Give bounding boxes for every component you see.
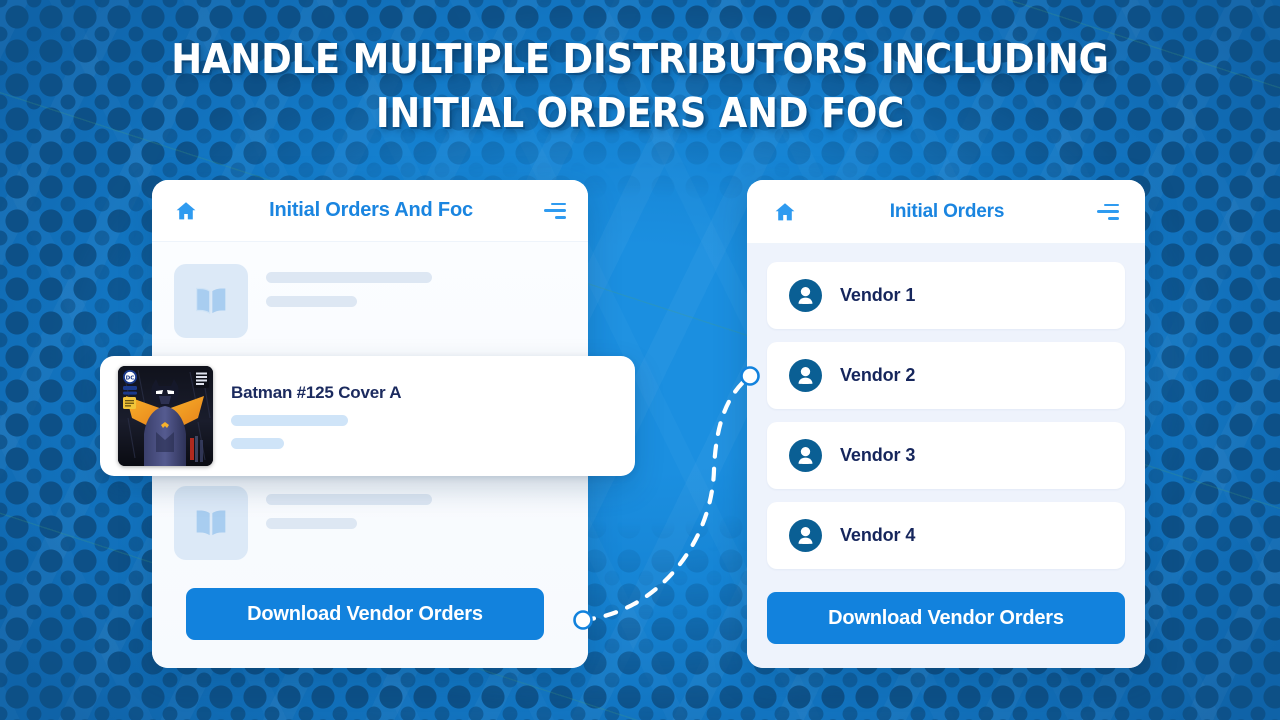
right-panel-title: Initial Orders xyxy=(889,200,1005,222)
book-thumbnail xyxy=(174,264,248,338)
poster-canvas: Handle Multiple Distributors Including I… xyxy=(0,0,1280,720)
vendor-list: Vendor 1 Vendor 2 Vendor 3 Vendor 4 Down… xyxy=(747,244,1145,668)
hamburger-line xyxy=(1104,203,1119,207)
comic-cover-image: DC xyxy=(118,366,213,466)
featured-product-title: Batman #125 Cover A xyxy=(231,383,402,402)
hamburger-icon[interactable] xyxy=(1097,203,1119,220)
featured-product-card[interactable]: DC Batman #125 Cover A xyxy=(100,356,635,476)
left-panel-title: Initial Orders And Foc xyxy=(269,199,473,221)
vendor-list-item[interactable]: Vendor 2 xyxy=(767,342,1125,409)
vendor-name: Vendor 2 xyxy=(840,365,916,385)
open-book-icon xyxy=(196,287,226,315)
hamburger-line xyxy=(1097,210,1119,213)
vendor-list-item[interactable]: Vendor 1 xyxy=(767,262,1125,329)
page-title: Handle Multiple Distributors Including I… xyxy=(64,32,1216,140)
person-icon xyxy=(789,359,822,392)
home-icon[interactable] xyxy=(773,200,797,224)
right-phone-panel: Initial Orders Vendor 1 Vendor 2 Vendor … xyxy=(747,180,1145,668)
page-title-line-2: Initial Orders And Foc xyxy=(375,89,905,137)
placeholder-line xyxy=(231,438,284,449)
download-vendor-orders-button-right[interactable]: Download Vendor Orders xyxy=(767,592,1125,644)
list-item-placeholder-lines xyxy=(266,486,566,529)
placeholder-line xyxy=(266,494,432,505)
placeholder-line xyxy=(266,272,432,283)
list-item-placeholder-lines xyxy=(266,264,566,307)
placeholder-line xyxy=(266,296,357,307)
download-vendor-orders-button-left[interactable]: Download Vendor Orders xyxy=(186,588,544,640)
list-item[interactable] xyxy=(152,486,588,560)
vendor-name: Vendor 4 xyxy=(840,525,916,545)
person-icon xyxy=(789,439,822,472)
person-icon xyxy=(789,279,822,312)
hamburger-line xyxy=(555,215,566,219)
right-panel-header: Initial Orders xyxy=(747,180,1145,244)
book-thumbnail xyxy=(174,486,248,560)
hamburger-line xyxy=(1108,216,1119,220)
vendor-name: Vendor 1 xyxy=(840,285,916,305)
left-panel-header: Initial Orders And Foc xyxy=(152,180,588,242)
batman-comic-cover-art: DC xyxy=(118,366,213,466)
hamburger-line xyxy=(551,202,566,206)
hamburger-icon[interactable] xyxy=(544,202,566,219)
home-icon[interactable] xyxy=(174,199,198,223)
list-item[interactable] xyxy=(152,264,588,338)
open-book-icon xyxy=(196,510,226,536)
vendor-name: Vendor 3 xyxy=(840,445,916,465)
placeholder-line xyxy=(231,415,348,426)
page-title-line-1: Handle Multiple Distributors Including xyxy=(171,35,1109,83)
featured-product-meta: Batman #125 Cover A xyxy=(231,383,617,449)
svg-text:DC: DC xyxy=(126,376,135,382)
placeholder-line xyxy=(266,518,357,529)
person-icon xyxy=(789,519,822,552)
vendor-list-item[interactable]: Vendor 3 xyxy=(767,422,1125,489)
vendor-list-item[interactable]: Vendor 4 xyxy=(767,502,1125,569)
hamburger-line xyxy=(544,209,566,212)
